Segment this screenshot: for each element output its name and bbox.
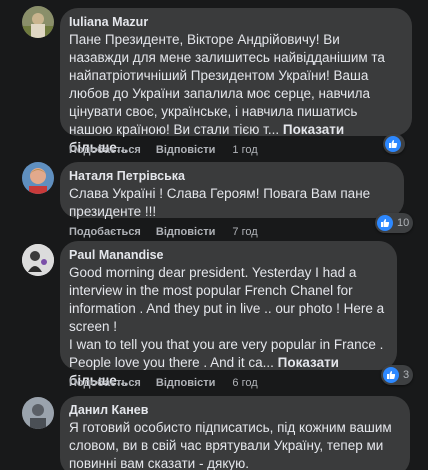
like-icon: [385, 136, 401, 152]
comment-author[interactable]: Paul Manandise: [69, 247, 385, 264]
avatar[interactable]: [22, 162, 54, 194]
comment-bubble: Наталя Петрівська Слава Україні ! Слава …: [60, 162, 404, 219]
comment-bubble: Данил Канев Я готовий особисто підписати…: [60, 396, 410, 470]
reaction-badge[interactable]: [383, 134, 405, 154]
comment-actions: Подобається Відповісти 7 год: [69, 225, 270, 239]
avatar[interactable]: [22, 6, 54, 38]
comment-author[interactable]: Данил Канев: [69, 402, 398, 419]
reaction-count: 3: [403, 369, 410, 381]
comment-text: Good morning dear president. Yesterday I…: [69, 265, 385, 388]
comment-text: Я готовий особисто підписатись, під кожн…: [69, 420, 392, 470]
like-button[interactable]: Подобається: [69, 377, 141, 389]
like-button[interactable]: Подобається: [69, 226, 141, 238]
comment-text: Слава Україні ! Слава Героям! Повага Вам…: [69, 186, 371, 219]
reply-button[interactable]: Відповісти: [156, 377, 215, 389]
reply-button[interactable]: Відповісти: [156, 226, 215, 238]
reaction-badge[interactable]: 3: [381, 365, 414, 385]
avatar[interactable]: [22, 244, 54, 276]
like-button[interactable]: Подобається: [69, 144, 141, 156]
comment-time[interactable]: 7 год: [232, 226, 257, 238]
comment-actions: Подобається Відповісти 6 год: [69, 376, 270, 390]
reaction-count: 10: [397, 217, 410, 229]
comment-time[interactable]: 1 год: [232, 144, 257, 156]
avatar[interactable]: [22, 397, 54, 429]
comment-author[interactable]: Iuliana Mazur: [69, 14, 400, 31]
comment-bubble: Paul Manandise Good morning dear preside…: [60, 241, 397, 388]
comment-time[interactable]: 6 год: [232, 377, 257, 389]
like-icon: [377, 215, 393, 231]
comment-bubble: Iuliana Mazur Пане Президенте, Вікторе А…: [60, 8, 412, 155]
comment-author[interactable]: Наталя Петрівська: [69, 168, 392, 185]
comment-text: Пане Президенте, Вікторе Андрійовичу! Ви…: [69, 32, 385, 155]
comment-actions: Подобається Відповісти 1 год: [69, 143, 270, 157]
reply-button[interactable]: Відповісти: [156, 144, 215, 156]
like-icon: [383, 367, 399, 383]
reaction-badge[interactable]: 10: [375, 213, 414, 233]
